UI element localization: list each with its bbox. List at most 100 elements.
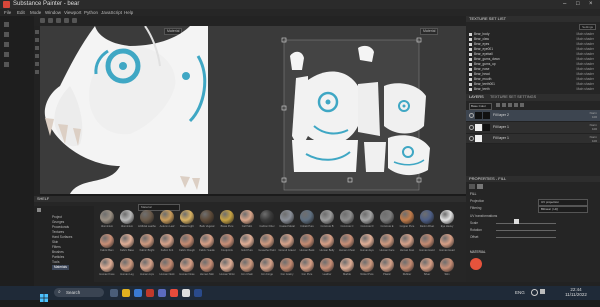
material-preset-thumbnail[interactable] [360, 210, 374, 224]
shelf-folder[interactable]: Textures [52, 230, 64, 235]
add-fill-icon[interactable] [502, 103, 506, 107]
material-preset-thumbnail[interactable] [120, 258, 134, 272]
material-preset-thumbnail[interactable] [220, 258, 234, 272]
rotation-slider[interactable] [496, 230, 556, 231]
visibility-checkbox[interactable] [469, 88, 472, 91]
tab-layers[interactable]: LAYERS [469, 94, 484, 101]
stroke-icon[interactable] [64, 18, 69, 23]
channel-dropdown[interactable]: Base Color [469, 103, 492, 110]
layer-blend[interactable]: Norm 100 [590, 135, 597, 143]
visibility-checkbox[interactable] [469, 43, 472, 46]
symmetry-icon[interactable] [72, 18, 77, 23]
material-preset-thumbnail[interactable] [280, 258, 294, 272]
material-preset-thumbnail[interactable] [240, 234, 254, 248]
texture-set-row[interactable]: Bear_gums_down Main shader [468, 57, 596, 62]
material-preset-thumbnail[interactable] [240, 258, 254, 272]
shelf-folder[interactable]: Brushes [52, 250, 64, 255]
visibility-checkbox[interactable] [469, 73, 472, 76]
chrome-icon[interactable] [182, 289, 190, 297]
opera-icon[interactable] [146, 289, 154, 297]
material-preset-thumbnail[interactable] [360, 234, 374, 248]
material-preset-thumbnail[interactable] [260, 210, 274, 224]
texture-set-row[interactable]: Bear_teeth001 Main shader [468, 82, 596, 87]
visibility-checkbox[interactable] [469, 48, 472, 51]
material-preset-thumbnail[interactable] [220, 210, 234, 224]
menu-python[interactable]: Python [84, 9, 98, 16]
add-folder-icon[interactable] [514, 103, 518, 107]
material-preset-thumbnail[interactable] [100, 210, 114, 224]
offset-slider[interactable] [496, 237, 556, 238]
material-preset-thumbnail[interactable] [120, 234, 134, 248]
visibility-checkbox[interactable] [469, 63, 472, 66]
material-preset-thumbnail[interactable] [320, 258, 334, 272]
minimize-icon[interactable]: – [563, 1, 566, 8]
menu-file[interactable]: File [4, 9, 11, 16]
tab-texture-set-settings[interactable]: TEXTURE SET SETTINGS [490, 94, 536, 101]
material-preset-thumbnail[interactable] [340, 234, 354, 248]
maximize-icon[interactable]: □ [576, 1, 580, 8]
material-color-icon[interactable] [470, 258, 482, 270]
file-explorer-icon[interactable] [122, 289, 130, 297]
windows-start-icon[interactable] [40, 289, 48, 302]
shelf-folder[interactable]: Project [52, 215, 62, 220]
material-preset-thumbnail[interactable] [440, 210, 454, 224]
menu-javascript[interactable]: JavaScript [101, 9, 122, 16]
material-preset-thumbnail[interactable] [380, 210, 394, 224]
material-preset-thumbnail[interactable] [340, 258, 354, 272]
substance-painter-icon[interactable] [170, 289, 178, 297]
wifi-icon[interactable] [531, 289, 538, 296]
material-preset-thumbnail[interactable] [100, 234, 114, 248]
material-preset-thumbnail[interactable] [360, 258, 374, 272]
menu-help[interactable]: Help [124, 9, 133, 16]
texture-set-row[interactable]: Bear_gums_up Main shader [468, 62, 596, 67]
material-preset-thumbnail[interactable] [180, 258, 194, 272]
material-preset-thumbnail[interactable] [140, 258, 154, 272]
add-layer-icon[interactable] [496, 103, 500, 107]
material-preset-thumbnail[interactable] [280, 210, 294, 224]
material-preset-thumbnail[interactable] [220, 234, 234, 248]
material-preset-thumbnail[interactable] [200, 210, 214, 224]
app-icon[interactable] [158, 289, 166, 297]
texture-set-row[interactable]: Bear_claw Main shader [468, 37, 596, 42]
visibility-checkbox[interactable] [469, 53, 472, 56]
eye-icon[interactable] [469, 136, 474, 141]
folder-icon[interactable] [37, 208, 41, 212]
tool-icon[interactable] [35, 46, 39, 50]
texture-set-settings-button[interactable]: Settings [579, 24, 596, 30]
texture-set-row[interactable]: Bear_eyes Main shader [468, 42, 596, 47]
brush-icon[interactable] [40, 18, 45, 23]
visibility-checkbox[interactable] [469, 78, 472, 81]
eraser-tool-icon[interactable] [4, 32, 9, 37]
shelf-folder[interactable]: Tools [52, 260, 59, 265]
visibility-checkbox[interactable] [469, 58, 472, 61]
task-view-icon[interactable] [110, 289, 118, 297]
material-preset-thumbnail[interactable] [180, 234, 194, 248]
texture-set-row[interactable]: Bear_eye001 Main shader [468, 47, 596, 52]
eye-icon[interactable] [469, 113, 474, 118]
clone-tool-icon[interactable] [4, 52, 9, 57]
texture-set-row[interactable]: Bear_head Main shader [468, 72, 596, 77]
add-mask-icon[interactable] [508, 103, 512, 107]
tool-icon[interactable] [35, 30, 39, 34]
shelf-folder[interactable]: Skin [52, 240, 58, 245]
paint-tool-icon[interactable] [4, 22, 9, 27]
material-preset-thumbnail[interactable] [400, 234, 414, 248]
material-preset-thumbnail[interactable] [420, 210, 434, 224]
material-preset-thumbnail[interactable] [120, 210, 134, 224]
menu-viewport[interactable]: Viewport [64, 9, 81, 16]
layer-row[interactable]: Fill layer 1 Norm 100 [466, 134, 600, 144]
tool-icon[interactable] [35, 70, 39, 74]
material-preset-thumbnail[interactable] [440, 234, 454, 248]
viewport-2d[interactable]: Material [208, 26, 466, 194]
tool-icon[interactable] [35, 38, 39, 42]
menu-edit[interactable]: Edit [17, 9, 25, 16]
projection-dropdown[interactable]: UV projection [538, 199, 588, 206]
material-preset-thumbnail[interactable] [320, 234, 334, 248]
shelf-folder[interactable]: Particles [52, 255, 64, 260]
texture-set-row[interactable]: Bear_body Main shader [468, 32, 596, 37]
picker-tool-icon[interactable] [4, 62, 9, 67]
lock-icon[interactable] [514, 219, 519, 224]
shelf-folder[interactable]: Hard Surfaces [52, 235, 72, 240]
shelf-folder-selected[interactable]: Materials [52, 265, 69, 270]
menu-window[interactable]: Window [45, 9, 61, 16]
